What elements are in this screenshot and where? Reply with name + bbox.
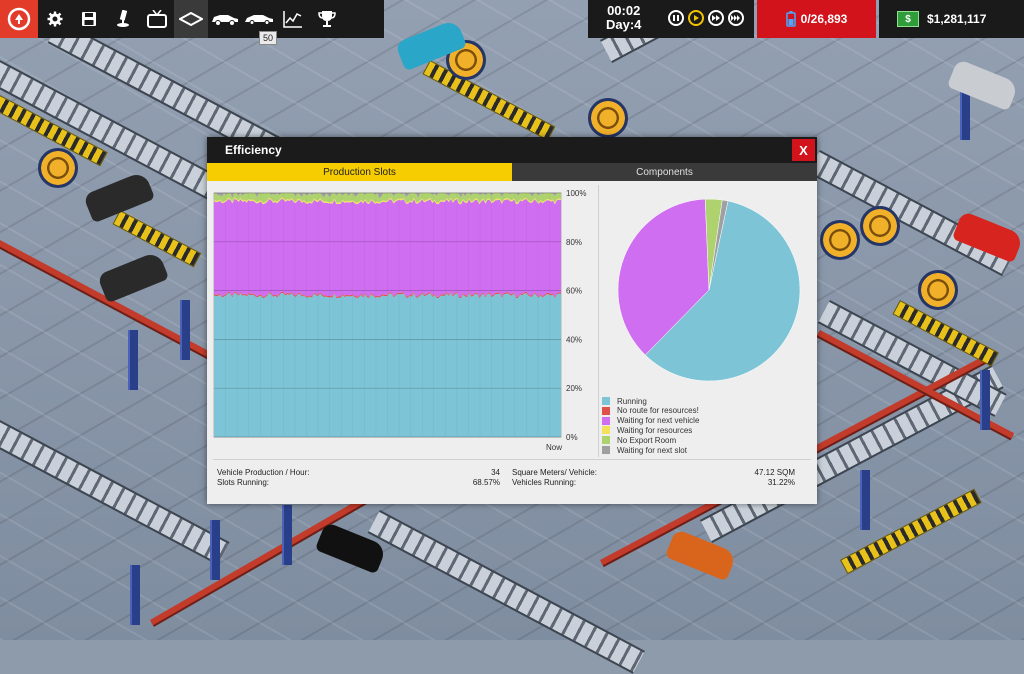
legend-item: No Export Room	[602, 435, 676, 445]
close-button[interactable]: X	[792, 139, 815, 161]
research-icon[interactable]	[106, 0, 140, 38]
efficiency-charts: 100% 80% 60% 40% 20% 0% Now	[213, 189, 801, 452]
y-tick-label: 20%	[566, 384, 582, 393]
stat-vph-value: 34	[491, 468, 500, 477]
y-tick-label: 0%	[566, 433, 578, 442]
population-counter[interactable]: 0/26,893	[757, 0, 876, 38]
legend-item: Running	[602, 396, 647, 406]
legend-item: Waiting for next vehicle	[602, 416, 699, 426]
tab-production-slots[interactable]: Production Slots	[207, 163, 512, 181]
clock-day: Day:4	[606, 17, 642, 32]
tv-icon[interactable]	[140, 0, 174, 38]
tab-components[interactable]: Components	[512, 163, 817, 181]
legend-label: No Export Room	[617, 435, 677, 445]
legend-label: Running	[617, 396, 647, 406]
trophy-icon[interactable]	[310, 0, 344, 38]
y-tick-label: 100%	[566, 189, 586, 198]
legend-swatch	[602, 416, 610, 425]
legend-item: No route for resources!	[602, 406, 699, 416]
stats-divider	[213, 459, 811, 460]
legend-label: Waiting for resources	[617, 425, 693, 435]
y-tick-label: 40%	[566, 335, 582, 344]
window-titlebar[interactable]: Efficiency X	[207, 137, 817, 163]
y-tick-label: 60%	[566, 287, 582, 296]
settings-icon[interactable]	[38, 0, 72, 38]
save-icon[interactable]	[72, 0, 106, 38]
legend-swatch	[602, 406, 610, 415]
legend-item: Waiting for resources	[602, 425, 692, 435]
logo-icon[interactable]	[0, 0, 38, 38]
clock-time: 00:02	[607, 3, 641, 18]
game-clock: 00:02 Day:4	[606, 4, 641, 32]
legend-label: No route for resources!	[617, 406, 699, 416]
legend-label: Waiting for next slot	[617, 445, 687, 455]
stat-vph-label: Vehicle Production / Hour:	[217, 468, 310, 477]
pause-button[interactable]	[668, 10, 684, 26]
stat-vr-value: 31.22%	[767, 478, 795, 487]
money-icon: $	[897, 11, 919, 27]
legend-label: Waiting for next vehicle	[617, 416, 700, 426]
stat-slots-label: Slots Running:	[217, 478, 270, 487]
vehicle-icon[interactable]	[208, 0, 242, 38]
stat-sqm-label: Square Meters/ Vehicle:	[512, 468, 597, 477]
legend-swatch	[602, 426, 610, 435]
stat-slots-value: 68.57%	[472, 478, 500, 487]
fast-forward-button[interactable]	[708, 10, 724, 26]
window-title: Efficiency	[225, 143, 282, 157]
legend-swatch	[602, 397, 610, 405]
efficiency-window: Efficiency X Production Slots Components…	[207, 137, 817, 504]
chart-icon[interactable]	[276, 0, 310, 38]
legend-swatch	[602, 446, 610, 454]
legend-item: Waiting for next slot	[602, 445, 687, 455]
x-now-label: Now	[546, 443, 562, 452]
time-panel: 00:02 Day:4	[588, 0, 754, 38]
y-tick-label: 80%	[566, 238, 582, 247]
money-display[interactable]: $ $1,281,117	[879, 0, 1024, 38]
fastest-forward-button[interactable]	[728, 10, 744, 26]
play-button[interactable]	[688, 10, 704, 26]
chart-divider	[598, 185, 599, 457]
money-value: $1,281,117	[927, 12, 987, 26]
legend-swatch	[602, 436, 610, 445]
battery-icon	[785, 11, 796, 27]
population-value: 0/26,893	[800, 12, 848, 26]
stat-vr-label: Vehicles Running:	[512, 478, 577, 487]
speed-tooltip: 50	[259, 31, 278, 45]
main-menu-bar	[0, 0, 384, 38]
layout-icon[interactable]	[174, 0, 208, 38]
stat-sqm-value: 47.12 SQM	[754, 468, 795, 477]
